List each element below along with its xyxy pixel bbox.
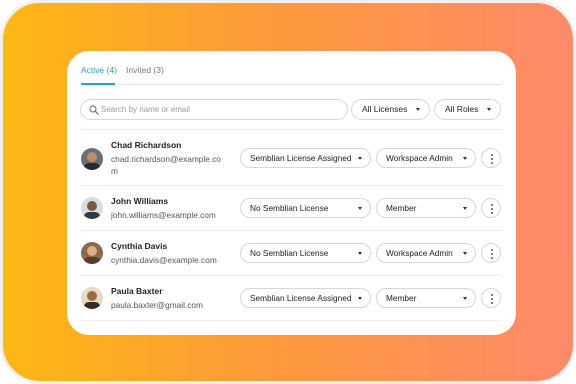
user-name: Chad Richardson [111, 140, 182, 150]
chevron-down-icon [358, 297, 362, 300]
chevron-down-icon [358, 252, 362, 255]
avatar [81, 287, 103, 309]
chevron-down-icon [358, 207, 362, 210]
users-card: Active (4) Invited (3) All Licenses All … [67, 51, 516, 335]
roles-filter-label: All Roles [445, 104, 479, 114]
role-select-value: Workspace Admin [386, 153, 453, 163]
chevron-down-icon [487, 108, 491, 111]
gradient-frame: Active (4) Invited (3) All Licenses All … [0, 0, 576, 384]
role-select-value: Member [386, 293, 417, 303]
table-row: John Williams john.williams@example.com … [81, 185, 502, 230]
table-row: Paula Baxter paula.baxter@gmail.com Semb… [81, 275, 502, 321]
tab-invited[interactable]: Invited (3) [126, 65, 164, 76]
table-row: Cynthia Davis cynthia.davis@example.com … [81, 230, 502, 275]
search-input[interactable] [101, 102, 341, 117]
role-select[interactable]: Workspace Admin [376, 148, 476, 168]
chevron-down-icon [358, 157, 362, 160]
role-select[interactable]: Member [376, 288, 476, 308]
active-tab-indicator [81, 83, 115, 85]
tab-active[interactable]: Active (4) [81, 65, 117, 76]
avatar [81, 242, 103, 264]
more-vertical-icon[interactable] [481, 243, 501, 263]
license-select[interactable]: No Semblian License [240, 198, 371, 218]
search-icon [89, 105, 99, 115]
license-select-value: No Semblian License [250, 203, 329, 213]
more-vertical-icon[interactable] [481, 198, 501, 218]
role-select-value: Member [386, 203, 417, 213]
license-select[interactable]: Semblian License Assigned [240, 288, 371, 308]
license-select-value: No Semblian License [250, 248, 329, 258]
user-name: Paula Baxter [111, 286, 163, 296]
role-select[interactable]: Member [376, 198, 476, 218]
license-select[interactable]: No Semblian License [240, 243, 371, 263]
table-row: Chad Richardson chad.richardson@example.… [81, 129, 502, 185]
roles-filter[interactable]: All Roles [434, 99, 501, 120]
licenses-filter[interactable]: All Licenses [351, 99, 430, 120]
chevron-down-icon [463, 207, 467, 210]
chevron-down-icon [463, 297, 467, 300]
avatar [81, 148, 103, 170]
more-vertical-icon[interactable] [481, 148, 501, 168]
search-box[interactable] [80, 99, 348, 120]
license-select-value: Semblian License Assigned [250, 293, 352, 303]
license-select[interactable]: Semblian License Assigned [240, 148, 371, 168]
tab-bar: Active (4) Invited (3) [81, 65, 502, 85]
user-email: chad.richardson@example.com [111, 154, 221, 176]
role-select-value: Workspace Admin [386, 248, 453, 258]
user-email: paula.baxter@gmail.com [111, 300, 203, 310]
avatar [81, 197, 103, 219]
license-select-value: Semblian License Assigned [250, 153, 352, 163]
user-name: Cynthia Davis [111, 241, 168, 251]
role-select[interactable]: Workspace Admin [376, 243, 476, 263]
chevron-down-icon [463, 157, 467, 160]
user-email: john.williams@example.com [111, 210, 216, 220]
user-email: cynthia.davis@example.com [111, 255, 217, 265]
user-name: John Williams [111, 196, 169, 206]
chevron-down-icon [416, 108, 420, 111]
more-vertical-icon[interactable] [481, 288, 501, 308]
licenses-filter-label: All Licenses [362, 104, 408, 114]
chevron-down-icon [463, 252, 467, 255]
